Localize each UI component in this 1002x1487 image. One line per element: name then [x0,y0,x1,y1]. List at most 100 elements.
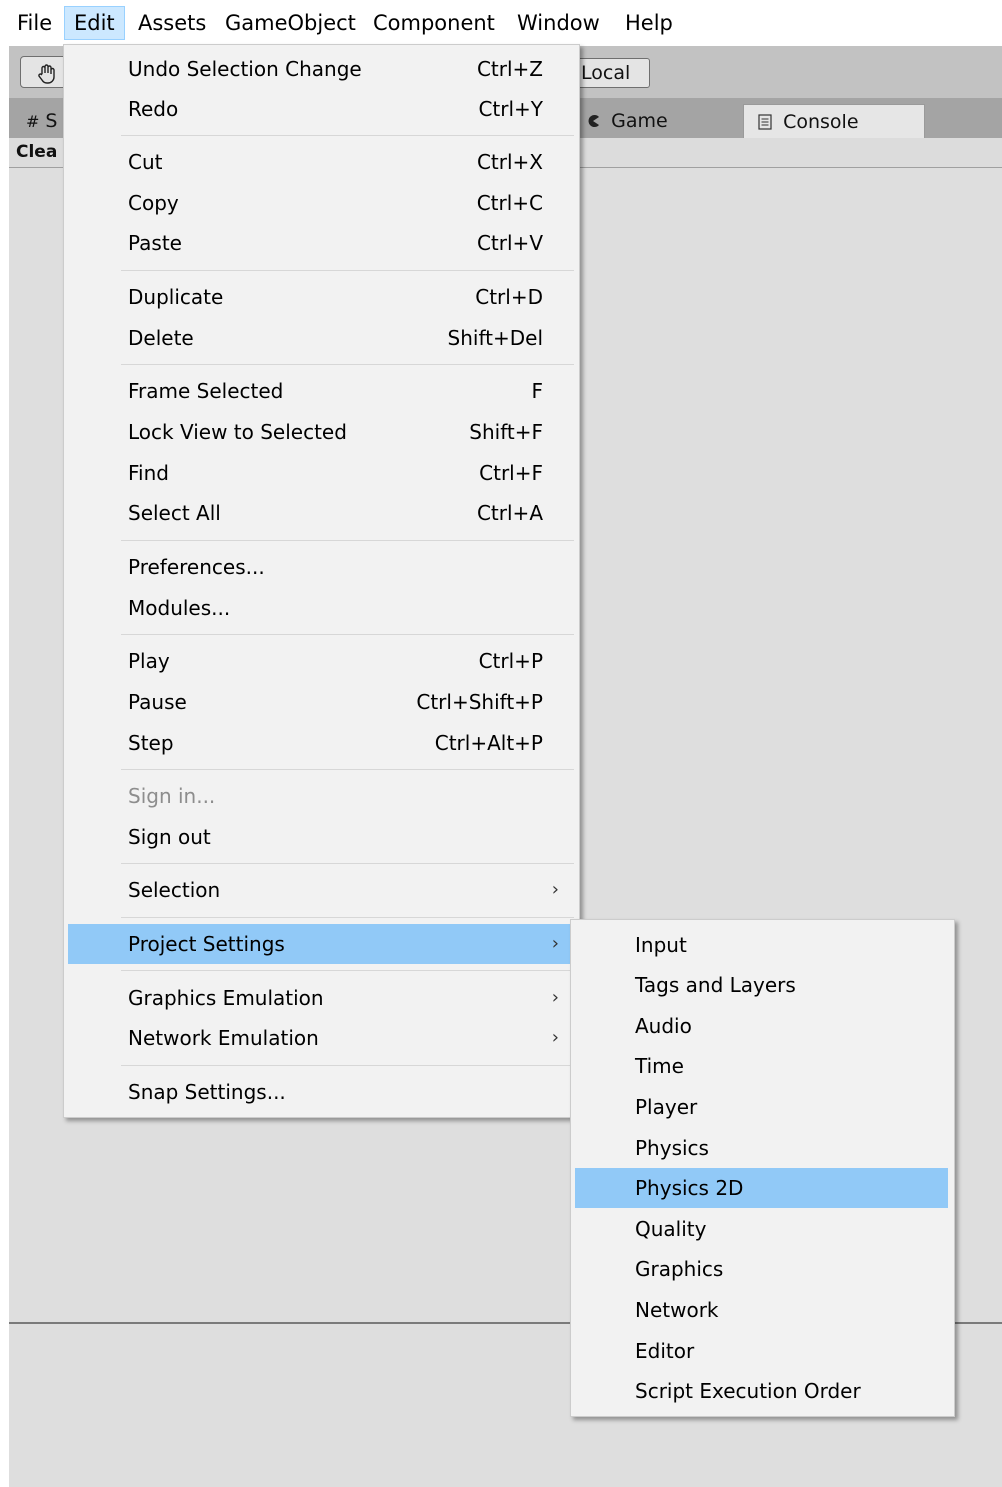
menu-assets[interactable]: Assets [129,6,215,40]
menu-item-modules[interactable]: Modules... [64,588,579,628]
hand-icon [36,60,58,84]
hash-icon: # [26,112,40,131]
submenu-item-quality[interactable]: Quality [575,1209,948,1249]
menu-component[interactable]: Component [364,6,504,40]
menu-item-frame-selected[interactable]: Frame Selected F [64,371,579,411]
menu-item-snap-settings[interactable]: Snap Settings... [64,1072,579,1112]
clear-button[interactable]: Clea [16,140,57,164]
menu-separator [121,917,574,918]
submenu-item-time[interactable]: Time [575,1046,948,1086]
menu-item-find[interactable]: Find Ctrl+F [64,453,579,493]
chevron-right-icon: › [551,987,559,1008]
menu-item-play[interactable]: Play Ctrl+P [64,641,579,681]
menu-item-shortcut: Ctrl+C [476,191,543,215]
menu-gameobject[interactable]: GameObject [216,6,365,40]
menu-item-label: Input [635,933,687,957]
tab-console-label: Console [783,111,859,133]
tab-scene-label: S [45,110,58,132]
submenu-item-player[interactable]: Player [575,1087,948,1127]
menu-separator [121,970,574,971]
menu-item-label: Player [635,1095,698,1119]
menu-item-label: Step [128,731,174,755]
menu-item-shortcut: Ctrl+P [478,649,543,673]
menu-separator [121,769,574,770]
menu-item-label: Quality [635,1217,707,1241]
menu-item-shortcut: Ctrl+Shift+P [416,690,543,714]
menu-item-pause[interactable]: Pause Ctrl+Shift+P [64,682,579,722]
menu-edit[interactable]: Edit [64,6,125,40]
menu-separator [121,135,574,136]
menu-item-graphics-emulation[interactable]: Graphics Emulation › [64,978,579,1018]
menu-item-duplicate[interactable]: Duplicate Ctrl+D [64,277,579,317]
menu-item-shortcut: Ctrl+Z [476,57,543,81]
menu-separator [121,540,574,541]
submenu-item-audio[interactable]: Audio [575,1006,948,1046]
menu-item-shortcut: Shift+Del [447,326,543,350]
local-pivot-toggle[interactable]: Local [574,58,650,88]
menu-item-label: Delete [128,326,194,350]
menu-item-preferences[interactable]: Preferences... [64,547,579,587]
menu-item-copy[interactable]: Copy Ctrl+C [64,183,579,223]
menu-item-label: Network Emulation [128,1026,319,1050]
menu-item-project-settings[interactable]: Project Settings › [68,924,575,964]
menu-item-shortcut: Ctrl+Y [478,97,543,121]
menu-item-label: Sign in... [128,784,216,808]
menu-item-shortcut: Ctrl+A [476,501,543,525]
menu-item-paste[interactable]: Paste Ctrl+V [64,223,579,263]
submenu-item-physics[interactable]: Physics [575,1128,948,1168]
menu-item-label: Editor [635,1339,695,1363]
menu-item-label: Preferences... [128,555,265,579]
menu-item-shortcut: Ctrl+X [476,150,543,174]
menu-item-label: Find [128,461,169,485]
menu-item-label: Undo Selection Change [128,57,362,81]
menu-separator [121,270,574,271]
submenu-item-script-execution-order[interactable]: Script Execution Order [575,1371,948,1411]
menu-item-label: Snap Settings... [128,1080,286,1104]
submenu-item-tags-and-layers[interactable]: Tags and Layers [575,965,948,1005]
menu-item-shortcut: Ctrl+D [475,285,543,309]
chevron-right-icon: › [551,879,559,900]
console-doc-icon [758,113,777,132]
submenu-item-graphics[interactable]: Graphics [575,1249,948,1289]
menu-item-label: Physics 2D [635,1176,744,1200]
menu-separator [121,634,574,635]
menu-item-redo[interactable]: Redo Ctrl+Y [64,89,579,129]
tab-console[interactable]: Console [743,104,925,138]
menu-item-cut[interactable]: Cut Ctrl+X [64,142,579,182]
menu-item-shortcut: F [531,379,543,403]
menu-item-selection[interactable]: Selection › [64,870,579,910]
submenu-item-input[interactable]: Input [575,925,948,965]
chevron-right-icon: › [551,1027,559,1048]
menu-item-step[interactable]: Step Ctrl+Alt+P [64,723,579,763]
menu-item-label: Lock View to Selected [128,420,347,444]
menu-file[interactable]: File [8,6,61,40]
menu-item-select-all[interactable]: Select All Ctrl+A [64,493,579,533]
menu-item-label: Selection [128,878,221,902]
menu-item-label: Select All [128,501,221,525]
menu-item-label: Pause [128,690,187,714]
menubar: File Edit Assets GameObject Component Wi… [0,0,1002,46]
menu-item-label: Graphics Emulation [128,986,324,1010]
project-settings-submenu: Input Tags and Layers Audio Time Player … [570,919,955,1417]
menu-item-network-emulation[interactable]: Network Emulation › [64,1018,579,1058]
menu-item-delete[interactable]: Delete Shift+Del [64,318,579,358]
submenu-item-physics-2d[interactable]: Physics 2D [575,1168,948,1208]
menu-item-sign-out[interactable]: Sign out [64,817,579,857]
menu-item-lock-view-to-selected[interactable]: Lock View to Selected Shift+F [64,412,579,452]
submenu-item-network[interactable]: Network [575,1290,948,1330]
menu-item-shortcut: Ctrl+Alt+P [434,731,543,755]
tab-scene[interactable]: # S [14,104,64,138]
tab-game[interactable]: Game [574,104,734,138]
submenu-item-editor[interactable]: Editor [575,1331,948,1371]
menu-item-label: Paste [128,231,182,255]
menu-item-label: Cut [128,150,163,174]
chevron-right-icon: › [551,933,559,954]
menu-item-shortcut: Shift+F [469,420,543,444]
menu-item-shortcut: Ctrl+V [476,231,543,255]
menu-help[interactable]: Help [616,6,682,40]
menu-window[interactable]: Window [508,6,609,40]
menu-item-sign-in: Sign in... [64,776,579,816]
menu-item-label: Frame Selected [128,379,284,403]
menu-item-undo[interactable]: Undo Selection Change Ctrl+Z [64,49,579,89]
menu-item-label: Copy [128,191,179,215]
